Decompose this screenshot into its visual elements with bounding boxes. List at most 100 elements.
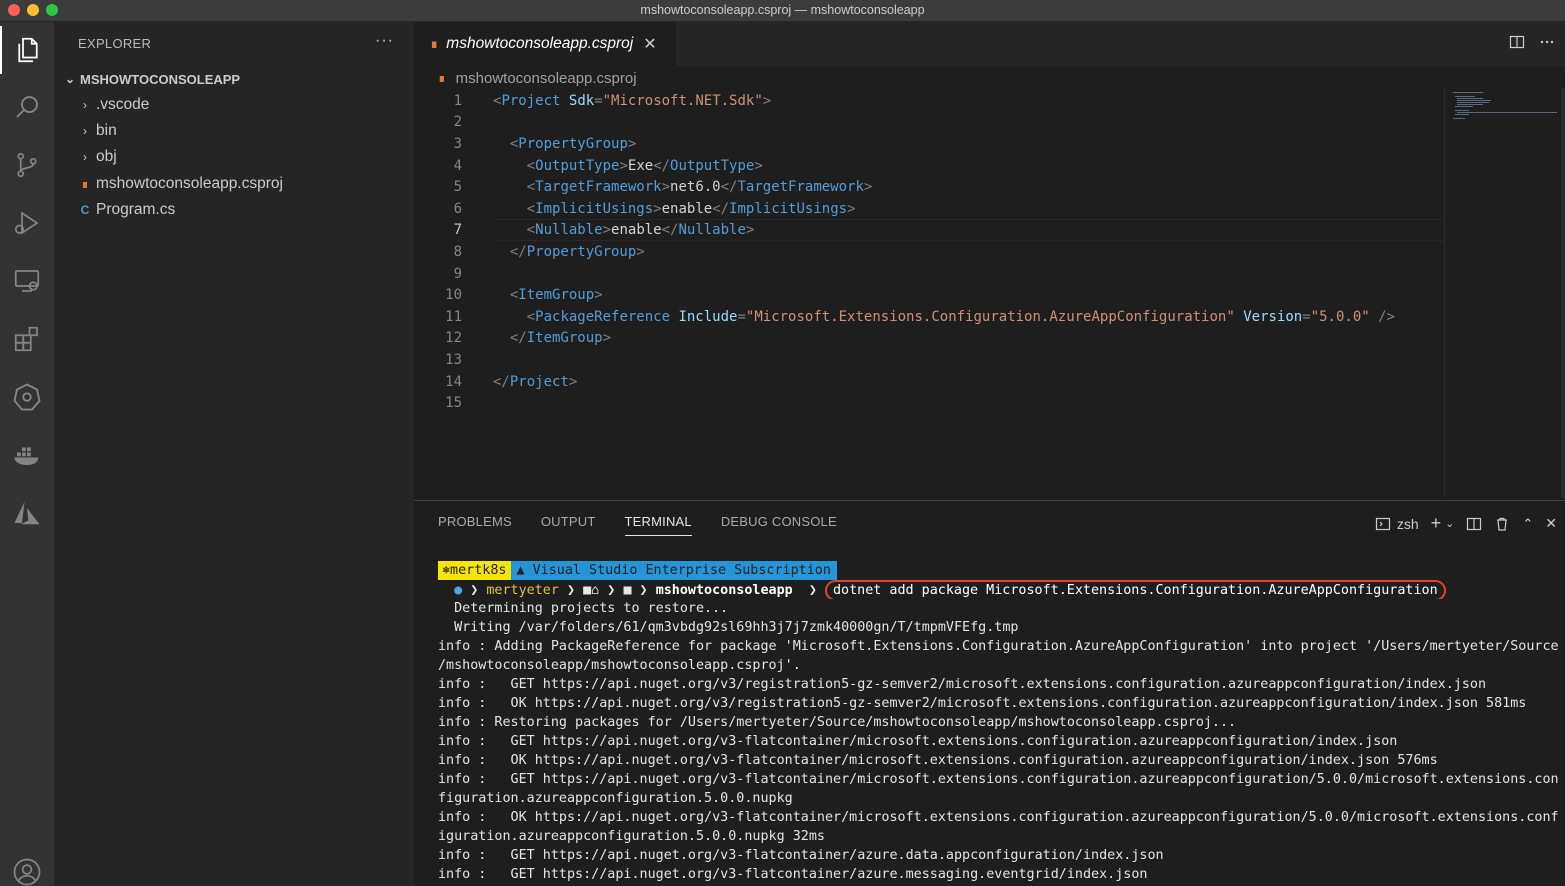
code-line[interactable]: 6 <ImplicitUsings>enable</ImplicitUsings… [414,198,1444,220]
line-number: 3 [453,135,462,152]
apple-icon: ● [438,583,463,598]
tree-item-csproj[interactable]: ∎ mshowtoconsoleapp.csproj [76,171,283,197]
close-panel-icon[interactable]: ✕ [1545,515,1557,532]
code-line[interactable]: 5 <TargetFramework>net6.0</TargetFramewo… [414,176,1444,198]
terminal-line: info : GET https://api.nuget.org/v3-flat… [438,867,1148,882]
highlighted-command: dotnet add package Microsoft.Extensions.… [825,580,1446,599]
rss-file-icon: ∎ [438,71,446,85]
split-terminal-icon[interactable] [1466,516,1482,532]
csharp-file-icon: C [80,203,90,217]
terminal-log: Determining projects to restore... Writi… [438,599,1563,884]
line-content: <TargetFramework>net6.0</TargetFramework… [526,179,873,196]
bottom-panel: PROBLEMS OUTPUT TERMINAL DEBUG CONSOLE z… [414,500,1565,886]
code-line[interactable]: 9 [414,263,1444,285]
code-line[interactable]: 15 [414,392,1444,414]
trash-icon[interactable] [1494,516,1510,532]
prompt-dir: mshowtoconsoleapp [655,583,793,598]
tree-item-label: bin [96,122,117,139]
line-number: 13 [445,351,462,368]
line-number: 14 [445,373,462,390]
tree-item-label: mshowtoconsoleapp.csproj [96,175,283,192]
more-actions-icon[interactable]: ··· [375,32,394,50]
chevron-down-icon[interactable]: ⌄ [1445,517,1454,530]
tab-problems[interactable]: PROBLEMS [438,514,512,536]
source-control-icon[interactable] [0,141,54,189]
terminal-shell-label[interactable]: zsh [1397,516,1419,532]
folder-icon: ■ [623,583,632,598]
split-editor-icon[interactable] [1509,34,1525,50]
tree-item-label: .vscode [96,96,150,113]
prompt-line-1: ⎈mertk8s ▲ Visual Studio Enterprise Subsc… [438,561,1563,580]
editor-tab-csproj[interactable]: ∎ mshowtoconsoleapp.csproj ✕ [414,22,676,66]
terminal-output[interactable]: ⎈mertk8s ▲ Visual Studio Enterprise Subsc… [438,561,1563,884]
editor-scrollbar[interactable] [1561,88,1565,498]
rss-file-icon: ∎ [81,177,89,191]
code-line[interactable]: 11 <PackageReference Include="Microsoft.… [414,306,1444,328]
explorer-icon[interactable] [0,26,54,74]
line-number: 8 [453,243,462,260]
tab-terminal[interactable]: TERMINAL [624,514,692,536]
kubernetes-icon[interactable] [0,373,54,421]
minimap[interactable] [1444,88,1562,498]
terminal-line: /mshowtoconsoleapp/mshowtoconsoleapp.csp… [438,658,801,673]
line-content: <Nullable>enable</Nullable> [526,222,755,239]
root-folder-label: MSHOWTOCONSOLEAPP [80,71,241,87]
code-line[interactable]: 8 </PropertyGroup> [414,241,1444,263]
root-folder[interactable]: ⌄ MSHOWTOCONSOLEAPP [62,68,240,90]
breadcrumb[interactable]: ∎ mshowtoconsoleapp.csproj [438,68,637,88]
tree-item-label: obj [96,148,117,165]
code-line[interactable]: 3 <PropertyGroup> [414,133,1444,155]
line-number: 7 [453,222,462,239]
extensions-icon[interactable] [0,315,54,363]
code-line[interactable]: 12 </ItemGroup> [414,328,1444,350]
code-line[interactable]: 14 </Project> [414,371,1444,393]
code-line[interactable]: 4 <OutputType>Exe</OutputType> [414,155,1444,177]
code-line[interactable]: 2 [414,112,1444,134]
chevron-right-icon: › [83,150,87,164]
account-icon[interactable] [0,848,54,886]
line-content: <OutputType>Exe</OutputType> [526,157,763,174]
prompt-user: mertyeter [486,583,559,598]
line-content: <Project Sdk="Microsoft.NET.Sdk"> [493,92,772,109]
code-line[interactable]: 7 <Nullable>enable</Nullable> [414,220,1444,242]
line-content: </ItemGroup> [509,330,612,347]
run-debug-icon[interactable] [0,199,54,247]
activity-bar [0,22,54,886]
editor-area: ∎ mshowtoconsoleapp.csproj ✕ ∎ mshowtoco… [414,22,1565,500]
terminal-line: info : GET https://api.nuget.org/v3/regi… [438,677,1487,692]
tree-item-vscode[interactable]: › .vscode [76,92,149,118]
tab-debug-console[interactable]: DEBUG CONSOLE [721,514,837,536]
docker-icon[interactable] [0,431,54,479]
line-content: <PropertyGroup> [509,135,637,152]
search-icon[interactable] [0,83,54,131]
tree-item-obj[interactable]: › obj [76,144,117,170]
rss-file-icon: ∎ [430,36,439,51]
line-number: 6 [453,200,462,217]
close-icon[interactable]: ✕ [643,34,656,54]
more-actions-icon[interactable] [1539,34,1555,50]
folder-icon: ■ [583,583,592,598]
code-line[interactable]: 10 <ItemGroup> [414,284,1444,306]
panel-actions: zsh + ⌄ ⌃ ✕ [1375,513,1557,534]
maximize-panel-icon[interactable]: ⌃ [1522,516,1533,532]
terminal-line: info : GET https://api.nuget.org/v3-flat… [438,734,1398,749]
line-number: 4 [453,157,462,174]
title-bar: mshowtoconsoleapp.csproj — mshowtoconsol… [0,0,1565,22]
remote-explorer-icon[interactable] [0,257,54,305]
chevron-down-icon: ⌄ [64,72,76,86]
prompt-line-2: ● ❯ mertyeter ❯ ■⌂ ❯ ■ ❯ mshowtoconsolea… [438,580,1563,599]
chevron-right-icon: › [83,124,87,138]
line-number: 10 [445,287,462,304]
new-terminal-icon[interactable]: + [1431,513,1442,534]
window-title: mshowtoconsoleapp.csproj — mshowtoconsol… [640,3,925,17]
code-line[interactable]: 1 <Project Sdk="Microsoft.NET.Sdk"> [414,90,1444,112]
terminal-line: info : OK https://api.nuget.org/v3-flatc… [438,810,1559,825]
tree-item-bin[interactable]: › bin [76,118,117,144]
tree-item-program-cs[interactable]: C Program.cs [76,197,176,223]
line-number: 9 [453,265,462,282]
line-content: <ImplicitUsings>enable</ImplicitUsings> [526,200,856,217]
code-line[interactable]: 13 [414,349,1444,371]
editor-tab-bar: ∎ mshowtoconsoleapp.csproj ✕ [414,22,1565,66]
azure-icon[interactable] [0,489,54,537]
tab-output[interactable]: OUTPUT [541,514,596,536]
